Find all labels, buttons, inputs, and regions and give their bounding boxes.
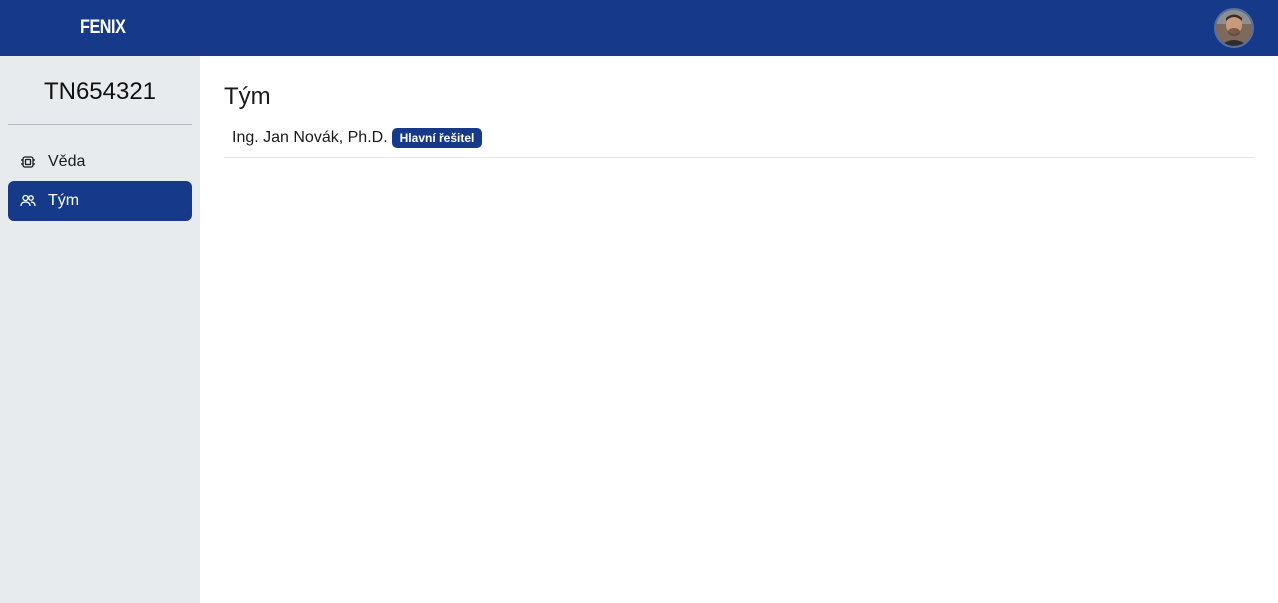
user-avatar[interactable] [1214, 8, 1254, 48]
sidebar-item-label: Tým [48, 192, 80, 209]
page-title: Tým [224, 83, 271, 110]
project-id: TN654321 [43, 78, 157, 105]
top-bar: FENIX [0, 0, 1278, 56]
brand-logo[interactable]: FENIX [80, 17, 126, 39]
sidebar-item-veda[interactable]: Věda [8, 142, 192, 182]
avatar-image [1216, 10, 1252, 46]
role-badge: Hlavní řešitel [391, 127, 483, 148]
sidebar-divider [8, 124, 192, 125]
team-member-row: Ing. Jan Novák, Ph.D. Hlavní řešitel [224, 124, 1255, 158]
sidebar-item-label: Věda [48, 153, 86, 170]
sidebar: TN654321 Věda Tým [0, 56, 200, 603]
users-icon [20, 193, 36, 209]
member-name: Ing. Jan Novák, Ph.D. [232, 128, 388, 146]
chip-icon [20, 154, 36, 170]
sidebar-item-tym[interactable]: Tým [8, 181, 192, 221]
main-content: Tým Ing. Jan Novák, Ph.D. Hlavní řešitel [200, 56, 1278, 603]
